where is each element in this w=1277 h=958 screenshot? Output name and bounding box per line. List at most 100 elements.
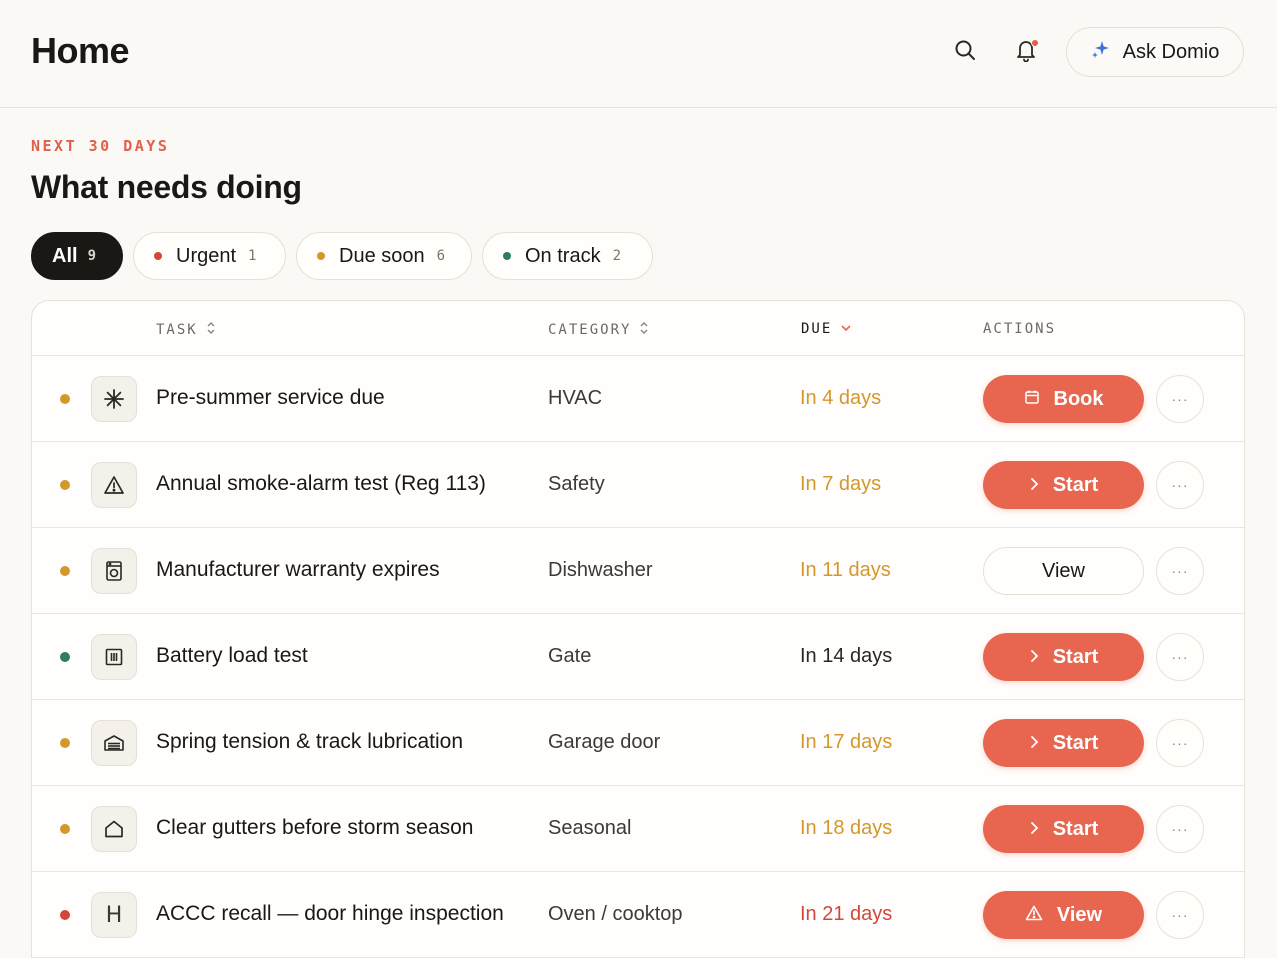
action-label: Book: [1053, 387, 1104, 410]
more-options-button[interactable]: ···: [1156, 461, 1204, 509]
task-name: Manufacturer warranty expires: [156, 558, 440, 581]
table-header: TASK CATEGORY DUE ACTIONS: [32, 301, 1244, 356]
more-options-button[interactable]: ···: [1156, 375, 1204, 423]
ellipsis-icon: ···: [1171, 907, 1189, 923]
filter-chip-urgent[interactable]: Urgent 1: [133, 232, 286, 280]
filter-chip-count: 2: [612, 248, 622, 264]
calendar-icon: [1024, 388, 1040, 411]
chevron-right-icon: [1029, 818, 1039, 841]
sort-icon: [206, 321, 216, 339]
status-dot: [60, 738, 70, 748]
search-button[interactable]: [945, 32, 985, 72]
task-name: ACCC recall — door hinge inspection: [156, 902, 504, 925]
chevron-right-icon: [1029, 732, 1039, 755]
task-category: Garage door: [548, 731, 661, 753]
task-category: Oven / cooktop: [548, 903, 683, 925]
column-header-label: ACTIONS: [983, 321, 1057, 337]
status-dot: [60, 566, 70, 576]
status-dot: [60, 652, 70, 662]
column-header-label: TASK: [156, 322, 198, 338]
more-options-button[interactable]: ···: [1156, 891, 1204, 939]
task-category: HVAC: [548, 387, 603, 409]
filter-chip-count: 9: [87, 248, 96, 264]
book-button[interactable]: Book: [983, 375, 1144, 423]
urgent-dot: [154, 252, 162, 260]
task-name: Spring tension & track lubrication: [156, 730, 463, 753]
table-row[interactable]: Pre-summer service due HVAC In 4 days Bo…: [32, 356, 1244, 442]
tasks-table: TASK CATEGORY DUE ACTIONS Pre-summer ser…: [31, 300, 1245, 958]
filter-chip-count: 6: [436, 248, 446, 264]
column-header-due[interactable]: DUE: [801, 321, 852, 337]
action-label: Start: [1052, 817, 1099, 840]
action-label: View: [1056, 903, 1103, 926]
task-category: Dishwasher: [548, 559, 653, 581]
task-name: Annual smoke-alarm test (Reg 113): [156, 472, 486, 495]
garage-icon: [91, 720, 137, 766]
table-row[interactable]: Spring tension & track lubrication Garag…: [32, 700, 1244, 786]
top-bar: Home Ask Domio: [0, 0, 1277, 108]
start-button[interactable]: Start: [983, 719, 1144, 767]
chevron-right-icon: [1029, 474, 1039, 497]
task-due: In 11 days: [800, 559, 891, 581]
column-header-task[interactable]: TASK: [156, 321, 216, 339]
status-dot: [60, 910, 70, 920]
icon-letter: H: [105, 902, 123, 928]
task-due: In 17 days: [800, 731, 893, 753]
action-label: Start: [1052, 731, 1099, 754]
task-name: Clear gutters before storm season: [156, 816, 474, 839]
task-category: Seasonal: [548, 817, 632, 839]
status-dot: [60, 824, 70, 834]
task-due: In 21 days: [800, 903, 893, 925]
snowflake-icon: [91, 376, 137, 422]
filter-chip-all[interactable]: All 9: [31, 232, 123, 280]
table-row[interactable]: H ACCC recall — door hinge inspection Ov…: [32, 872, 1244, 958]
gate-icon: [91, 634, 137, 680]
column-header-category[interactable]: CATEGORY: [548, 321, 649, 339]
notifications-button[interactable]: [1006, 32, 1046, 72]
filter-chip-on-track[interactable]: On track 2: [482, 232, 653, 280]
view-button[interactable]: View: [983, 891, 1144, 939]
dishwasher-icon: [91, 548, 137, 594]
warning-icon: [1025, 904, 1043, 927]
start-button[interactable]: Start: [983, 805, 1144, 853]
sparkle-icon: [1091, 39, 1111, 65]
more-options-button[interactable]: ···: [1156, 805, 1204, 853]
filter-chip-due-soon[interactable]: Due soon 6: [296, 232, 472, 280]
chevron-down-icon: [840, 321, 852, 337]
view-button[interactable]: View: [983, 547, 1144, 595]
task-due: In 4 days: [800, 387, 882, 409]
filter-chip-count: 1: [248, 248, 257, 264]
ask-assistant-label: Ask Domio: [1122, 40, 1220, 63]
due-soon-dot: [317, 252, 325, 260]
ellipsis-icon: ···: [1171, 735, 1189, 751]
table-row[interactable]: Manufacturer warranty expires Dishwasher…: [32, 528, 1244, 614]
table-row[interactable]: Annual smoke-alarm test (Reg 113) Safety…: [32, 442, 1244, 528]
task-due: In 14 days: [800, 645, 893, 667]
filter-chip-label: On track: [525, 244, 601, 267]
ellipsis-icon: ···: [1171, 821, 1189, 837]
ask-assistant-button[interactable]: Ask Domio: [1066, 27, 1244, 77]
more-options-button[interactable]: ···: [1156, 633, 1204, 681]
ellipsis-icon: ···: [1171, 649, 1189, 665]
search-icon: [954, 39, 976, 66]
warning-icon: [91, 462, 137, 508]
table-row[interactable]: Battery load test Gate In 14 days Start …: [32, 614, 1244, 700]
more-options-button[interactable]: ···: [1156, 719, 1204, 767]
more-options-button[interactable]: ···: [1156, 547, 1204, 595]
start-button[interactable]: Start: [983, 633, 1144, 681]
status-dot: [60, 480, 70, 490]
task-name: Pre-summer service due: [156, 386, 385, 409]
task-due: In 18 days: [800, 817, 893, 839]
page-title: Home: [31, 30, 130, 71]
chevron-right-icon: [1029, 646, 1039, 669]
ellipsis-icon: ···: [1171, 563, 1189, 579]
house-icon: [91, 806, 137, 852]
action-label: View: [1042, 559, 1085, 582]
table-row[interactable]: Clear gutters before storm season Season…: [32, 786, 1244, 872]
task-category: Safety: [548, 473, 605, 495]
start-button[interactable]: Start: [983, 461, 1144, 509]
filter-chip-label: Urgent: [176, 244, 237, 267]
action-label: Start: [1052, 645, 1099, 668]
notification-badge: [1031, 39, 1039, 47]
filter-chip-label: Due soon: [339, 244, 425, 267]
